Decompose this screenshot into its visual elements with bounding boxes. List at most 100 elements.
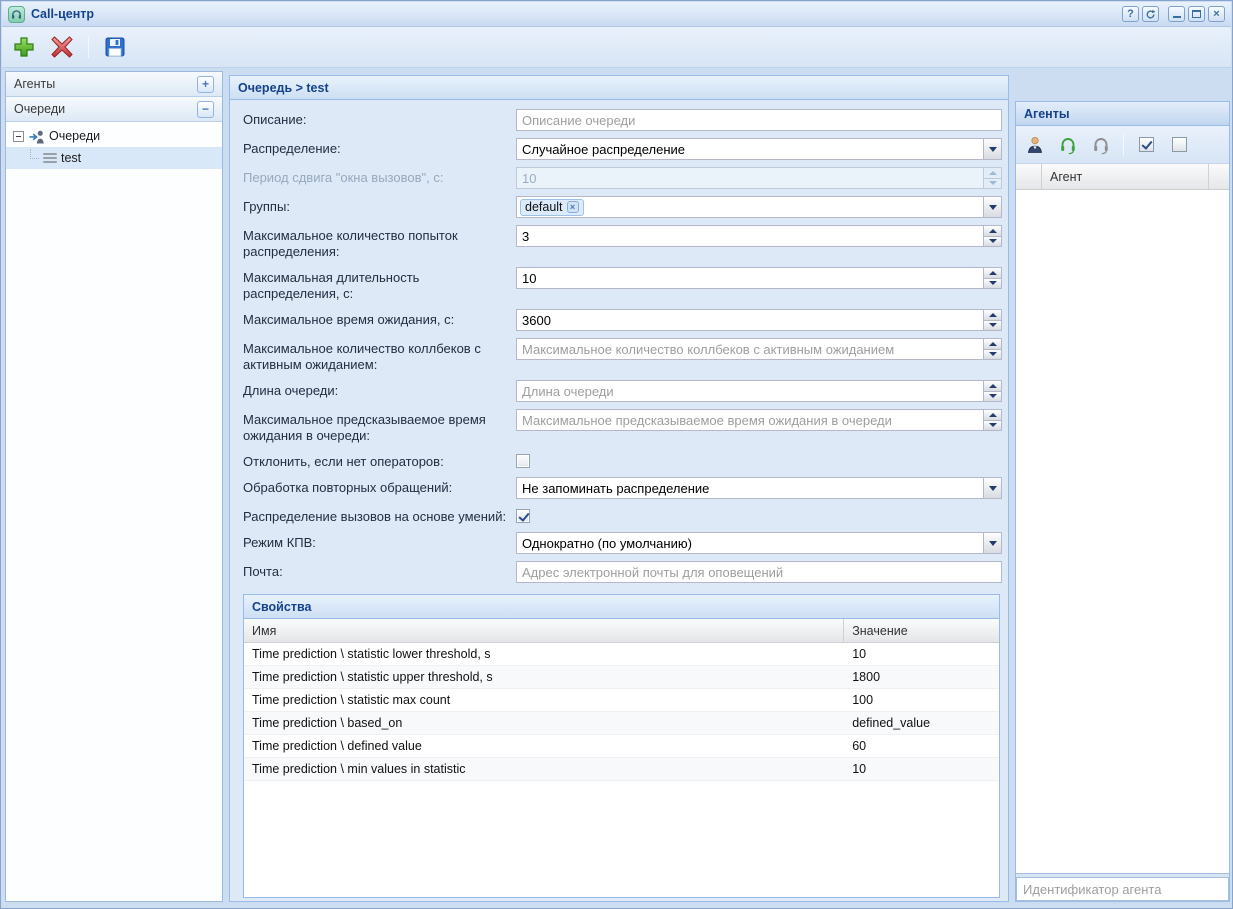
help-button[interactable]: ? (1122, 6, 1139, 22)
tree-node-queues[interactable]: Очереди (6, 125, 222, 147)
table-row[interactable]: Time prediction \ statistic max count 10… (244, 689, 999, 712)
close-button[interactable]: × (1208, 6, 1225, 22)
toolbar-separator (1123, 134, 1124, 156)
max-callbacks-input[interactable] (516, 338, 984, 360)
email-input[interactable] (516, 561, 1002, 583)
form-row: Распределение: (243, 138, 1002, 160)
spin-up-icon (984, 167, 1002, 179)
email-label: Почта: (243, 561, 516, 580)
spinner[interactable] (984, 225, 1002, 247)
repeat-handling-label: Обработка повторных обращений: (243, 477, 516, 496)
sidebar-panel-agents[interactable]: Агенты + (6, 72, 222, 97)
groups-tagfield[interactable]: default × (516, 196, 984, 218)
column-header-agent[interactable]: Агент (1042, 164, 1209, 189)
spinner[interactable] (984, 267, 1002, 289)
refresh-button[interactable] (1142, 6, 1159, 22)
spinner (984, 167, 1002, 189)
maximize-icon (1192, 10, 1201, 18)
distribution-combo[interactable] (516, 138, 984, 160)
spin-up-icon (984, 267, 1002, 279)
property-name: Time prediction \ statistic upper thresh… (244, 666, 844, 688)
max-wait-label: Максимальное время ожидания, с: (243, 309, 516, 328)
collapse-panel-button[interactable]: − (197, 101, 214, 118)
agent-person-button[interactable] (1022, 132, 1048, 158)
decline-no-operators-label: Отклонить, если нет операторов: (243, 451, 516, 470)
table-row[interactable]: Time prediction \ statistic lower thresh… (244, 643, 999, 666)
chevron-down-icon[interactable] (984, 477, 1002, 499)
decline-no-operators-checkbox[interactable] (516, 454, 530, 468)
main-toolbar (2, 27, 1231, 68)
max-duration-input[interactable] (516, 267, 984, 289)
property-value: 60 (844, 735, 999, 757)
spin-down-icon (984, 179, 1002, 190)
select-all-button[interactable] (1133, 132, 1159, 158)
minimize-button[interactable] (1168, 6, 1185, 22)
agent-id-input[interactable] (1016, 877, 1229, 901)
skill-based-checkbox[interactable] (516, 509, 530, 523)
queue-leaf-icon (43, 153, 57, 163)
app-window: Call-центр ? × (0, 0, 1233, 909)
properties-grid-body: Time prediction \ statistic lower thresh… (244, 643, 999, 897)
group-tag: default × (520, 199, 584, 216)
spin-down-icon (984, 321, 1002, 332)
column-header-empty (1016, 164, 1042, 189)
agents-panel-header: Агенты (1016, 102, 1229, 126)
agents-grid-body[interactable] (1016, 190, 1229, 874)
column-header-name[interactable]: Имя (244, 619, 844, 642)
shift-period-label: Период сдвига "окна вызовов", с: (243, 167, 516, 186)
max-attempts-label: Максимальное количество попыток распреде… (243, 225, 516, 260)
chevron-down-icon[interactable] (984, 532, 1002, 554)
max-duration-label: Максимальная длительность распределения,… (243, 267, 516, 302)
queues-tree: Очереди test (6, 122, 222, 901)
form-row: Обработка повторных обращений: (243, 477, 1002, 499)
properties-header: Свойства (244, 595, 999, 619)
queue-length-input[interactable] (516, 380, 984, 402)
max-predicted-input[interactable] (516, 409, 984, 431)
expand-panel-button[interactable]: + (197, 76, 214, 93)
form-row: Группы: default × (243, 196, 1002, 218)
properties-title: Свойства (252, 600, 311, 614)
kpv-mode-combo[interactable] (516, 532, 984, 554)
save-button[interactable] (101, 33, 129, 61)
description-input[interactable] (516, 109, 1002, 131)
agents-panel: Агенты (1015, 101, 1230, 902)
repeat-handling-combo[interactable] (516, 477, 984, 499)
add-button[interactable] (10, 33, 38, 61)
spin-down-icon (984, 392, 1002, 403)
tree-node-test[interactable]: test (6, 147, 222, 169)
delete-button[interactable] (48, 33, 76, 61)
agents-grid-header: Агент (1016, 164, 1229, 190)
spinner[interactable] (984, 309, 1002, 331)
sidebar-panel-queues[interactable]: Очереди − (6, 97, 222, 122)
table-row[interactable]: Time prediction \ based_on defined_value (244, 712, 999, 735)
table-row[interactable]: Time prediction \ statistic upper thresh… (244, 666, 999, 689)
spinner[interactable] (984, 338, 1002, 360)
form-row: Почта: (243, 561, 1002, 583)
tree-collapse-icon[interactable] (13, 131, 24, 142)
maximize-button[interactable] (1188, 6, 1205, 22)
tree-connector (30, 149, 39, 159)
queue-form-panel: Очередь > test Описание: Распределение: … (229, 75, 1009, 902)
headset-green-button[interactable] (1055, 132, 1081, 158)
spin-down-icon (984, 350, 1002, 361)
tag-close-icon[interactable]: × (567, 201, 579, 213)
form-row: Длина очереди: (243, 380, 1002, 402)
column-header-value[interactable]: Значение (844, 619, 999, 642)
spinner[interactable] (984, 380, 1002, 402)
minimize-icon (1173, 16, 1181, 18)
headset-gray-icon (1091, 135, 1111, 155)
chevron-down-icon[interactable] (984, 196, 1002, 218)
deselect-all-button[interactable] (1166, 132, 1192, 158)
max-attempts-input[interactable] (516, 225, 984, 247)
column-header-spacer (1209, 164, 1229, 189)
chevron-down-icon[interactable] (984, 138, 1002, 160)
headset-gray-button[interactable] (1088, 132, 1114, 158)
table-row[interactable]: Time prediction \ min values in statisti… (244, 758, 999, 781)
property-value: defined_value (844, 712, 999, 734)
form-row: Максимальное количество попыток распреде… (243, 225, 1002, 260)
spinner[interactable] (984, 409, 1002, 431)
table-row[interactable]: Time prediction \ defined value 60 (244, 735, 999, 758)
spin-up-icon (984, 309, 1002, 321)
sidebar-panel-queues-label: Очереди (14, 102, 197, 116)
max-wait-input[interactable] (516, 309, 984, 331)
